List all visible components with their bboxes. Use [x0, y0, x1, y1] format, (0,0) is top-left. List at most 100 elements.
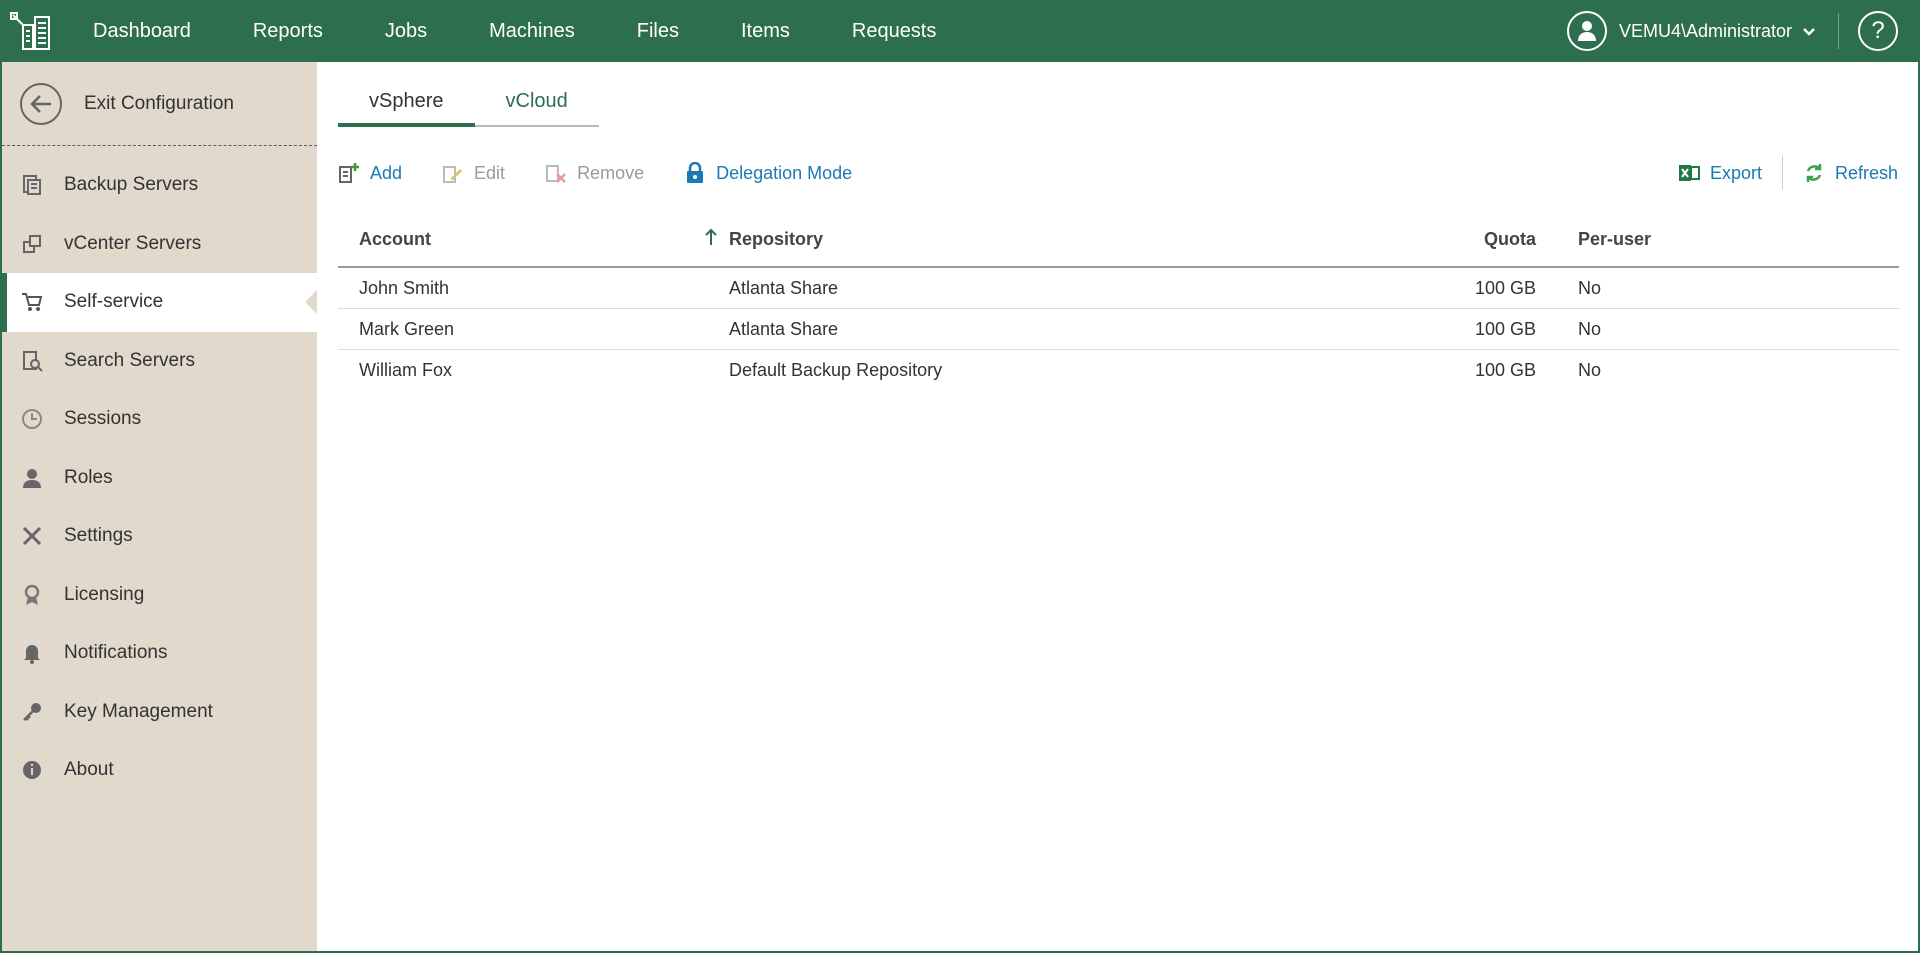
- export-label: Export: [1709, 162, 1762, 183]
- tab-vcloud[interactable]: vCloud: [474, 90, 599, 127]
- chevron-down-icon: [1802, 21, 1816, 42]
- clock-icon: [20, 407, 44, 431]
- refresh-label: Refresh: [1834, 162, 1898, 183]
- user-name: VEMU4\Administrator: [1619, 20, 1793, 41]
- sidebar-item-label: Backup Servers: [64, 174, 199, 196]
- sidebar-item-label: Roles: [64, 466, 113, 488]
- refresh-button[interactable]: Refresh: [1803, 162, 1898, 184]
- sidebar-item-sessions[interactable]: Sessions: [2, 390, 317, 449]
- cell-quota: 100 GB: [1474, 318, 1536, 339]
- nav-requests[interactable]: Requests: [821, 0, 968, 62]
- nav-jobs[interactable]: Jobs: [354, 0, 458, 62]
- sidebar-item-label: Settings: [64, 525, 133, 547]
- top-bar: Dashboard Reports Jobs Machines Files It…: [0, 0, 1920, 62]
- nav-dashboard[interactable]: Dashboard: [70, 0, 222, 62]
- add-label: Add: [370, 162, 403, 183]
- cell-account: John Smith: [359, 277, 450, 298]
- table-row[interactable]: Mark Green Atlanta Share 100 GB No: [338, 309, 1899, 350]
- add-button[interactable]: Add: [338, 162, 402, 184]
- main-content: vSphere vCloud Add Edit Remove Delegatio…: [317, 62, 1918, 951]
- topbar-divider: [1838, 13, 1839, 49]
- remove-icon: [545, 162, 567, 184]
- sidebar-item-key-management[interactable]: Key Management: [2, 683, 317, 742]
- key-icon: [20, 700, 44, 724]
- cell-per-user: No: [1578, 360, 1602, 380]
- person-icon: [20, 466, 44, 490]
- app-logo-icon[interactable]: [0, 0, 62, 62]
- remove-label: Remove: [577, 162, 645, 183]
- cell-repository: Default Backup Repository: [729, 360, 943, 380]
- tab-vsphere[interactable]: vSphere: [338, 90, 475, 127]
- user-avatar-icon: [1567, 11, 1607, 51]
- cell-account: Mark Green: [359, 318, 455, 339]
- sidebar-item-backup-servers[interactable]: Backup Servers: [2, 156, 317, 215]
- toolbar-right: Export Refresh: [1678, 156, 1898, 190]
- edit-label: Edit: [474, 162, 506, 183]
- cell-quota: 100 GB: [1474, 277, 1536, 298]
- vcenter-servers-icon: [20, 232, 44, 256]
- back-arrow-icon: [20, 82, 62, 125]
- sidebar-item-label: Sessions: [64, 408, 142, 430]
- cart-icon: [20, 290, 44, 314]
- lock-icon: [684, 162, 706, 184]
- exit-configuration-button[interactable]: Exit Configuration: [2, 62, 317, 146]
- cell-per-user: No: [1578, 277, 1602, 298]
- column-header-quota[interactable]: Quota: [1402, 229, 1536, 250]
- sidebar-item-label: Notifications: [64, 642, 168, 664]
- toolbar: Add Edit Remove Delegation Mode Export R…: [338, 156, 1898, 190]
- search-servers-icon: [20, 349, 44, 373]
- sidebar-item-roles[interactable]: Roles: [2, 449, 317, 508]
- sidebar-item-about[interactable]: About: [2, 741, 317, 800]
- column-header-repository[interactable]: Repository: [729, 229, 1402, 250]
- nav-items[interactable]: Items: [710, 0, 821, 62]
- tabs: vSphere vCloud: [338, 90, 599, 127]
- sidebar-item-licensing[interactable]: Licensing: [2, 566, 317, 625]
- table-row[interactable]: William Fox Default Backup Repository 10…: [338, 350, 1899, 391]
- tools-icon: [20, 524, 44, 548]
- sidebar-item-label: Licensing: [64, 583, 145, 605]
- license-icon: [20, 583, 44, 607]
- cell-account: William Fox: [359, 360, 452, 380]
- sidebar-item-label: Self-service: [64, 291, 164, 313]
- column-header-account[interactable]: Account: [338, 229, 705, 250]
- info-icon: [20, 758, 44, 782]
- sidebar-menu: Backup Servers vCenter Servers Self-serv…: [2, 146, 317, 800]
- export-button[interactable]: Export: [1678, 162, 1762, 184]
- cell-repository: Atlanta Share: [729, 318, 839, 339]
- sidebar-item-search-servers[interactable]: Search Servers: [2, 332, 317, 391]
- remove-button[interactable]: Remove: [545, 162, 644, 184]
- sidebar-item-label: About: [64, 759, 114, 781]
- delegation-mode-button[interactable]: Delegation Mode: [684, 162, 852, 184]
- cell-per-user: No: [1578, 318, 1602, 339]
- sidebar-item-vcenter-servers[interactable]: vCenter Servers: [2, 215, 317, 274]
- main-nav: Dashboard Reports Jobs Machines Files It…: [70, 0, 967, 62]
- sidebar-item-self-service[interactable]: Self-service: [2, 273, 317, 332]
- sidebar-item-notifications[interactable]: Notifications: [2, 624, 317, 683]
- nav-reports[interactable]: Reports: [222, 0, 354, 62]
- cell-repository: Atlanta Share: [729, 277, 839, 298]
- bell-icon: [20, 641, 44, 665]
- user-menu[interactable]: VEMU4\Administrator: [1567, 11, 1816, 51]
- exit-configuration-label: Exit Configuration: [84, 92, 234, 114]
- nav-files[interactable]: Files: [606, 0, 710, 62]
- add-icon: [338, 162, 360, 184]
- refresh-icon: [1803, 162, 1825, 184]
- table-row[interactable]: John Smith Atlanta Share 100 GB No: [338, 268, 1899, 309]
- column-header-per-user[interactable]: Per-user: [1536, 229, 1886, 250]
- cell-quota: 100 GB: [1474, 360, 1536, 380]
- sidebar: Exit Configuration Backup Servers vCente…: [2, 62, 317, 951]
- edit-icon: [442, 162, 464, 184]
- sidebar-item-settings[interactable]: Settings: [2, 507, 317, 566]
- table-header: Account Repository Quota Per-user: [338, 212, 1899, 268]
- excel-icon: [1678, 162, 1700, 184]
- edit-button[interactable]: Edit: [442, 162, 505, 184]
- delegation-mode-label: Delegation Mode: [716, 162, 853, 183]
- backup-servers-icon: [20, 173, 44, 197]
- sidebar-item-label: Search Servers: [64, 349, 195, 371]
- sort-ascending-icon[interactable]: [705, 228, 729, 251]
- sidebar-item-label: Key Management: [64, 700, 213, 722]
- toolbar-separator: [1781, 156, 1783, 190]
- nav-machines[interactable]: Machines: [458, 0, 606, 62]
- help-button[interactable]: ?: [1858, 11, 1898, 51]
- sidebar-item-label: vCenter Servers: [64, 232, 202, 254]
